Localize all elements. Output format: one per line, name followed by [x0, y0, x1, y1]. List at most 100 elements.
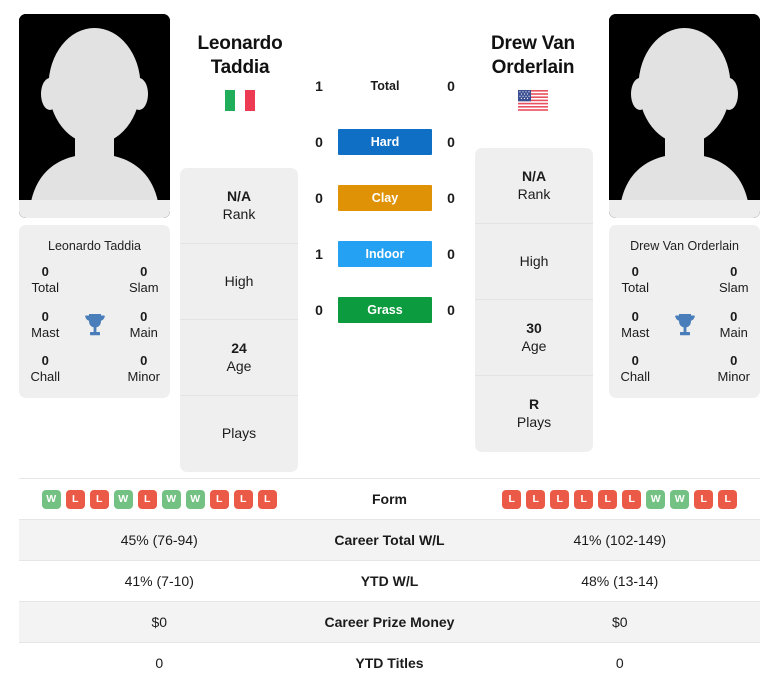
h2h-total-right-score: 0 — [447, 78, 455, 94]
stat-total-right: 0 Total — [609, 264, 662, 297]
table-label-career-prize-money: Career Prize Money — [324, 614, 455, 630]
ytd-wl-left: 41% (7-10) — [124, 573, 194, 589]
form-badge-left-1: L — [65, 489, 85, 509]
stat-main-right: 0 Main — [708, 309, 761, 342]
info-high-left-label: High — [224, 272, 254, 289]
stat-minor-right: 0 Minor — [708, 353, 761, 386]
stat-mast-right: 0 Mast — [609, 309, 662, 342]
titles-card-name-right: Drew Van Orderlain — [630, 239, 739, 253]
info-plays-right-value: R — [528, 396, 540, 413]
info-plays-left-label: Plays — [221, 425, 257, 442]
form-badge-right-7: W — [670, 489, 690, 509]
table-label-form: Form — [372, 491, 407, 507]
flag-wrap-right — [448, 89, 618, 111]
player-name-left-line1: Leonardo — [197, 33, 283, 54]
comparison-header-area: Leonardo Taddia Drew Van Orderlain Leona… — [0, 0, 779, 472]
stat-minor-right-value: 0 — [730, 353, 738, 368]
stat-chall-left-value: 0 — [41, 353, 49, 368]
stat-main-right-value: 0 — [730, 308, 738, 324]
stat-main-left-value: 0 — [140, 308, 148, 324]
info-age-right-label: Age — [521, 337, 547, 354]
player-name-right-line2: Orderlain — [491, 57, 575, 79]
stat-chall-right: 0 Chall — [609, 353, 662, 386]
career-prize-money-right: $0 — [611, 614, 628, 630]
player-name-right-line1: Drew Van — [491, 33, 575, 54]
surface-badge-clay[interactable]: Clay — [338, 185, 432, 211]
player-silhouette-avatar — [19, 14, 170, 218]
stat-mast-left-value: 0 — [41, 308, 49, 324]
stat-main-left-label: Main — [129, 324, 158, 340]
form-strip-left: WLLWLWWLLL — [19, 489, 300, 509]
form-badge-right-9: L — [718, 489, 738, 509]
info-rank-right-value: N/A — [521, 167, 547, 184]
career-prize-money-left: $0 — [151, 614, 168, 630]
surface-badge-indoor[interactable]: Indoor — [338, 241, 432, 267]
ytd-titles-left: 0 — [155, 655, 164, 671]
form-badge-right-5: L — [622, 489, 642, 509]
trophy-icon — [674, 313, 695, 335]
info-row-rank-right: N/A Rank — [475, 148, 593, 224]
avatar-left[interactable] — [19, 14, 170, 218]
form-badge-left-7: L — [209, 489, 229, 509]
titles-card-right: Drew Van Orderlain 0 Total 0 Slam 0 Mast — [609, 225, 760, 398]
info-rank-right-label: Rank — [517, 185, 551, 202]
surface-badge-hard[interactable]: Hard — [338, 129, 432, 155]
stat-slam-right-label: Slam — [718, 280, 749, 296]
avatar-right[interactable] — [609, 14, 760, 218]
stat-slam-right-value: 0 — [730, 264, 738, 279]
form-badge-right-4: L — [598, 489, 618, 509]
h2h-clay-left-score: 0 — [315, 190, 323, 206]
stat-chall-right-value: 0 — [631, 353, 639, 368]
stat-total-right-label: Total — [621, 280, 649, 296]
ytd-titles-right: 0 — [615, 655, 624, 671]
stat-main-right-label: Main — [719, 324, 748, 340]
stat-slam-left-label: Slam — [128, 280, 159, 296]
surface-badge-grass[interactable]: Grass — [338, 297, 432, 323]
h2h-row-total: 1 Total 0 — [300, 58, 470, 114]
trophy-icon — [84, 313, 105, 335]
stat-total-right-value: 0 — [631, 264, 639, 279]
stat-chall-left-label: Chall — [30, 369, 61, 385]
stat-slam-right: 0 Slam — [708, 264, 761, 297]
table-row-ytd-titles: 0 YTD Titles 0 — [19, 642, 760, 683]
titles-grid-left: 0 Total 0 Slam 0 Mast 0 Main 0 Chall 0 M… — [19, 264, 170, 386]
player-comparison-page: Leonardo Taddia Drew Van Orderlain Leona… — [0, 0, 779, 699]
titles-card-left: Leonardo Taddia 0 Total 0 Slam 0 Mast 0 … — [19, 225, 170, 398]
table-row-career-prize-money: $0 Career Prize Money $0 — [19, 601, 760, 642]
career-total-wl-left: 45% (76-94) — [120, 532, 198, 548]
form-badge-right-1: L — [526, 489, 546, 509]
info-high-right-label: High — [519, 252, 549, 269]
h2h-row-hard: 0 Hard 0 — [300, 114, 470, 170]
ytd-wl-right: 48% (13-14) — [581, 573, 659, 589]
info-row-high-left: High — [180, 244, 298, 320]
player-name-right: Drew Van Orderlain — [448, 32, 618, 81]
h2h-indoor-left-score: 1 — [315, 246, 323, 262]
titles-card-name-left: Leonardo Taddia — [48, 239, 141, 253]
stat-slam-left-value: 0 — [140, 264, 148, 279]
stat-slam-left: 0 Slam — [118, 264, 171, 297]
player-name-block-right: Drew Van Orderlain — [448, 32, 618, 111]
h2h-row-grass: 0 Grass 0 — [300, 282, 470, 338]
form-badge-left-8: L — [233, 489, 253, 509]
form-badge-right-6: W — [646, 489, 666, 509]
stat-minor-right-label: Minor — [717, 369, 750, 385]
stat-total-left: 0 Total — [19, 264, 72, 297]
h2h-hard-left-score: 0 — [315, 134, 323, 150]
trophy-icon — [662, 312, 708, 338]
stat-main-left: 0 Main — [118, 309, 171, 342]
form-badge-left-6: W — [185, 489, 205, 509]
flag-usa-icon — [518, 89, 548, 111]
h2h-total-left-score: 1 — [315, 78, 323, 94]
h2h-hard-right-score: 0 — [447, 134, 455, 150]
player-silhouette-avatar — [609, 14, 760, 218]
h2h-clay-right-score: 0 — [447, 190, 455, 206]
titles-grid-right: 0 Total 0 Slam 0 Mast 0 Main 0 Chall 0 M… — [609, 264, 760, 386]
stat-mast-left-label: Mast — [31, 324, 60, 340]
info-card-right: N/A Rank High 30 Age R Plays — [475, 148, 593, 452]
h2h-indoor-right-score: 0 — [447, 246, 455, 262]
info-plays-right-label: Plays — [516, 414, 552, 430]
form-badge-left-5: W — [161, 489, 181, 509]
form-badge-right-3: L — [574, 489, 594, 509]
table-row-career-total-wl: 45% (76-94) Career Total W/L 41% (102-14… — [19, 519, 760, 560]
stat-chall-right-label: Chall — [620, 369, 651, 385]
